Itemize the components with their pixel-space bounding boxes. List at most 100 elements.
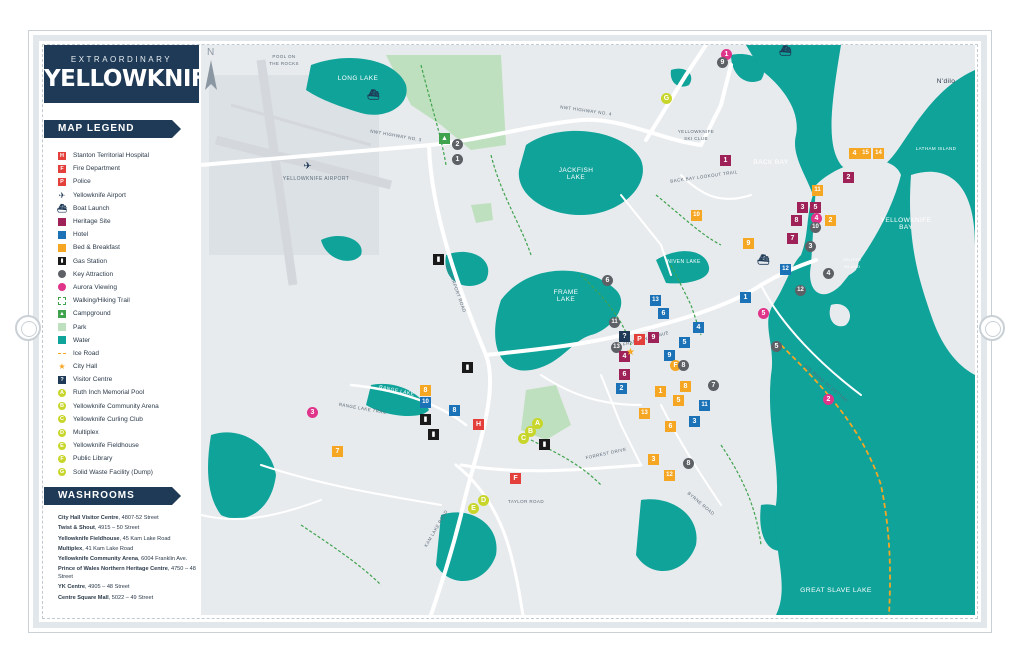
ice-road-icon bbox=[58, 352, 66, 354]
heritage-site-marker[interactable]: 8 bbox=[791, 215, 802, 226]
legend-item-label: Bed & Breakfast bbox=[73, 244, 120, 252]
gas-station-icon[interactable]: ▮ bbox=[420, 414, 431, 425]
heritage-site-marker[interactable]: 9 bbox=[648, 332, 659, 343]
bed-and-breakfast-marker[interactable]: 1 bbox=[655, 386, 666, 397]
hotel-marker[interactable]: 10 bbox=[420, 397, 431, 408]
key-attraction-marker[interactable]: 5 bbox=[771, 341, 782, 352]
washroom-item: Twist & Shout, 4915 – 50 Street bbox=[58, 525, 198, 533]
key-attraction-marker[interactable]: 12 bbox=[795, 285, 806, 296]
pool-icon: A bbox=[58, 388, 66, 397]
visitor-centre-marker[interactable]: ? bbox=[619, 331, 630, 342]
key-attraction-marker[interactable]: 7 bbox=[708, 380, 719, 391]
bed-and-breakfast-marker[interactable]: 5 bbox=[673, 395, 684, 406]
legend-item-label: Key Attraction bbox=[73, 270, 114, 278]
hotel-marker[interactable]: 1 bbox=[740, 292, 751, 303]
hotel-marker[interactable]: 5 bbox=[679, 337, 690, 348]
emergency-service-marker[interactable]: F bbox=[510, 473, 521, 484]
legend-item-label: Heritage Site bbox=[73, 218, 111, 226]
campground-marker[interactable]: ▲ bbox=[439, 133, 450, 144]
hotel-marker[interactable]: 3 bbox=[689, 416, 700, 427]
hotel-marker[interactable]: 11 bbox=[699, 400, 710, 411]
heritage-site-marker[interactable]: 5 bbox=[810, 202, 821, 213]
gas-station-icon[interactable]: ▮ bbox=[433, 254, 444, 265]
bed-and-breakfast-marker[interactable]: 10 bbox=[691, 210, 702, 221]
key-attraction-marker[interactable]: 8 bbox=[678, 360, 689, 371]
bed-and-breakfast-marker[interactable]: 6 bbox=[665, 421, 676, 432]
city-hall-star-icon[interactable]: ★ bbox=[625, 347, 636, 358]
legend-item-label: Hotel bbox=[73, 231, 89, 239]
bed-and-breakfast-marker[interactable]: 8 bbox=[420, 385, 431, 396]
legend-item: Hotel bbox=[58, 228, 198, 241]
water-icon bbox=[58, 336, 66, 345]
hotel-marker[interactable]: 8 bbox=[449, 405, 460, 416]
bed-and-breakfast-marker[interactable]: 4 bbox=[849, 148, 860, 159]
key-attraction-marker[interactable]: 8 bbox=[683, 458, 694, 469]
washrooms-list: City Hall Visitor Centre, 4807-52 Street… bbox=[58, 515, 198, 605]
key-attraction-icon bbox=[58, 270, 66, 279]
bed-and-breakfast-marker[interactable]: 2 bbox=[825, 215, 836, 226]
svg-text:N: N bbox=[207, 47, 214, 58]
police-icon: P bbox=[58, 177, 66, 186]
label-airport: YELLOWKNIFE AIRPORT bbox=[282, 176, 350, 182]
boat-launch-icon[interactable]: ⛴ bbox=[367, 90, 380, 101]
visitor-centre-icon: ? bbox=[58, 375, 66, 384]
label-taylor-road: TAYLOR ROAD bbox=[508, 499, 544, 504]
aurora-viewing-marker[interactable]: 2 bbox=[823, 394, 834, 405]
washroom-name: City Hall Visitor Centre bbox=[58, 515, 119, 521]
hotel-marker[interactable]: 2 bbox=[616, 383, 627, 394]
city-hall-star-icon: ★ bbox=[58, 362, 66, 372]
recreation-facility-marker[interactable]: E bbox=[468, 503, 479, 514]
gas-station-icon[interactable]: ▮ bbox=[428, 429, 439, 440]
heritage-site-marker[interactable]: 1 bbox=[720, 155, 731, 166]
key-attraction-marker[interactable]: 2 bbox=[452, 139, 463, 150]
bed-and-breakfast-marker[interactable]: 9 bbox=[743, 238, 754, 249]
bed-and-breakfast-marker[interactable]: 14 bbox=[873, 148, 884, 159]
washroom-name: Centre Square Mall bbox=[58, 594, 109, 601]
key-attraction-marker[interactable]: 3 bbox=[805, 241, 816, 252]
bed-and-breakfast-marker[interactable]: 3 bbox=[648, 454, 659, 465]
recreation-facility-marker[interactable]: G bbox=[661, 93, 672, 104]
key-attraction-marker[interactable]: 6 bbox=[602, 275, 613, 286]
washroom-item: Yellowknife Fieldhouse, 45 Kam Lake Road bbox=[58, 536, 198, 544]
bed-and-breakfast-marker[interactable]: 11 bbox=[812, 185, 823, 196]
emergency-service-marker[interactable]: H bbox=[473, 419, 484, 430]
boat-launch-icon[interactable]: ⛴ bbox=[779, 46, 792, 57]
washroom-name: Yellowknife Community Arena bbox=[58, 556, 138, 563]
hotel-marker[interactable]: 13 bbox=[650, 295, 661, 306]
airplane-icon: ✈ bbox=[58, 190, 66, 200]
hotel-marker[interactable]: 6 bbox=[658, 308, 669, 319]
key-attraction-marker[interactable]: 9 bbox=[717, 57, 728, 68]
label-niven-lake: NIVEN LAKE bbox=[667, 259, 701, 265]
city-map[interactable]: LONG LAKE JACKFISH LAKE FRAME LAKE NIVEN… bbox=[201, 45, 975, 615]
lake-south-west bbox=[208, 432, 276, 519]
washroom-name: Twist & Shout bbox=[58, 525, 95, 532]
bed-and-breakfast-marker[interactable]: 13 bbox=[639, 408, 650, 419]
heritage-site-marker[interactable]: 6 bbox=[619, 369, 630, 380]
heritage-site-marker[interactable]: 3 bbox=[797, 202, 808, 213]
key-attraction-marker[interactable]: 4 bbox=[823, 268, 834, 279]
bed-and-breakfast-marker[interactable]: 15 bbox=[860, 148, 871, 159]
key-attraction-marker[interactable]: 10 bbox=[810, 222, 821, 233]
aurora-viewing-marker[interactable]: 5 bbox=[758, 308, 769, 319]
washroom-item: Prince of Wales Northern Heritage Centre… bbox=[58, 566, 198, 581]
key-attraction-marker[interactable]: 1 bbox=[452, 154, 463, 165]
aurora-viewing-marker[interactable]: 3 bbox=[307, 407, 318, 418]
heritage-site-marker[interactable]: 2 bbox=[843, 172, 854, 183]
recreation-facility-marker[interactable]: D bbox=[478, 495, 489, 506]
airplane-icon[interactable]: ✈ bbox=[302, 161, 313, 172]
gas-station-icon[interactable]: ▮ bbox=[539, 439, 550, 450]
recreation-facility-marker[interactable]: C bbox=[518, 433, 529, 444]
emergency-service-marker[interactable]: P bbox=[634, 334, 645, 345]
label-ndilo: N'dilo bbox=[936, 78, 956, 85]
key-attraction-marker[interactable]: 11 bbox=[609, 317, 620, 328]
boat-launch-icon[interactable]: ⛴ bbox=[757, 255, 770, 266]
gas-station-icon[interactable]: ▮ bbox=[462, 362, 473, 373]
hotel-marker[interactable]: 12 bbox=[780, 264, 791, 275]
bed-and-breakfast-marker[interactable]: 7 bbox=[332, 446, 343, 457]
hotel-marker[interactable]: 4 bbox=[693, 322, 704, 333]
bed-and-breakfast-marker[interactable]: 12 bbox=[664, 470, 675, 481]
legend-item: Heritage Site bbox=[58, 215, 198, 228]
washroom-item: City Hall Visitor Centre, 4807-52 Street bbox=[58, 515, 198, 523]
bed-and-breakfast-marker[interactable]: 8 bbox=[680, 381, 691, 392]
heritage-site-marker[interactable]: 7 bbox=[787, 233, 798, 244]
